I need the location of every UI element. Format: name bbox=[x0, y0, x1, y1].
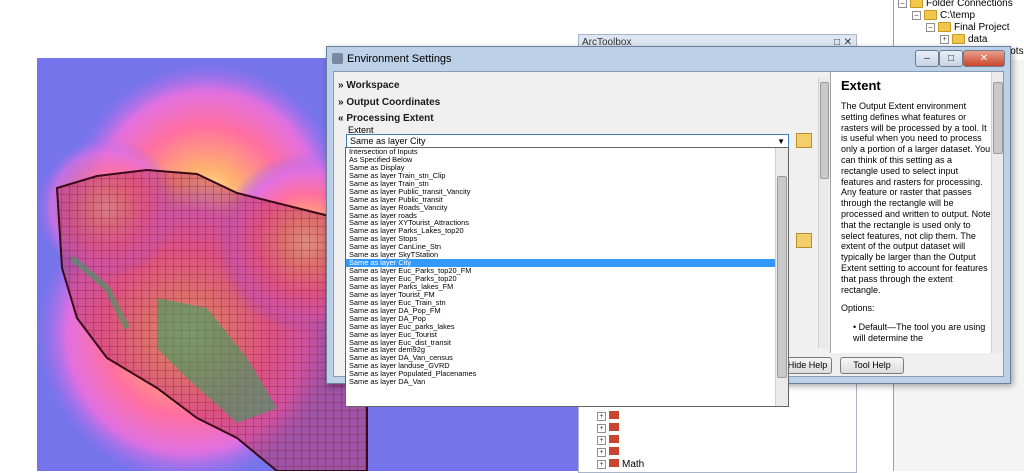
app-icon bbox=[332, 53, 343, 64]
folder-icon bbox=[924, 10, 937, 21]
scroll-thumb[interactable] bbox=[777, 176, 787, 378]
toolbox-item[interactable]: + bbox=[597, 435, 619, 447]
extent-selected-value: Same as layer City bbox=[350, 136, 426, 146]
tree-label: data bbox=[968, 34, 988, 45]
scroll-thumb[interactable] bbox=[993, 82, 1003, 154]
dialog-title: Environment Settings bbox=[327, 47, 1010, 71]
close-button[interactable]: ✕ bbox=[963, 50, 1005, 67]
toolbox-item[interactable]: + bbox=[597, 447, 619, 459]
help-title: Extent bbox=[841, 78, 881, 93]
tree-label: C:\temp bbox=[940, 10, 976, 21]
toolbox-item[interactable]: + bbox=[597, 411, 619, 423]
folder-icon bbox=[910, 0, 923, 9]
folder-icon bbox=[938, 22, 951, 33]
scroll-thumb[interactable] bbox=[820, 82, 829, 179]
help-scrollbar[interactable] bbox=[991, 72, 1003, 353]
extent-option[interactable]: Same as layer DA_Van bbox=[346, 378, 788, 386]
browse-folder-button-2[interactable] bbox=[796, 233, 812, 248]
help-pane: Extent The Output Extent environment set… bbox=[830, 72, 1003, 353]
maximize-button[interactable]: □ bbox=[939, 50, 963, 67]
tree-label: Folder Connections bbox=[926, 0, 1013, 9]
help-bullet: • Default—The tool you are using will de… bbox=[853, 322, 986, 343]
help-body: The Output Extent environment setting de… bbox=[841, 101, 991, 295]
section-output-coordinates[interactable]: » Output Coordinates bbox=[338, 97, 440, 108]
toolbox-item[interactable]: + bbox=[597, 423, 619, 435]
extent-option[interactable]: Intersection of Inputs bbox=[346, 148, 788, 156]
section-workspace[interactable]: » Workspace bbox=[338, 80, 400, 91]
tool-help-button[interactable]: Tool Help bbox=[840, 357, 904, 374]
list-scrollbar[interactable] bbox=[775, 148, 788, 406]
tree-item-final-project[interactable]: – Final Project bbox=[926, 22, 1010, 34]
extent-option[interactable]: Same as layer SkyTStation bbox=[346, 251, 788, 259]
settings-scrollbar[interactable] bbox=[818, 78, 829, 348]
browse-folder-button[interactable] bbox=[796, 133, 812, 148]
collapse-icon[interactable]: – bbox=[912, 10, 921, 20]
toolbox-item-math[interactable]: + Math bbox=[597, 459, 644, 471]
help-options-label: Options: bbox=[841, 303, 875, 314]
extent-option[interactable]: As Specified Below bbox=[346, 155, 788, 164]
folder-icon bbox=[952, 34, 965, 45]
collapse-icon[interactable]: – bbox=[898, 0, 907, 8]
tree-item-folder-connections[interactable]: – Folder Connections bbox=[898, 0, 1013, 10]
tree-item-temp[interactable]: – C:\temp bbox=[912, 10, 975, 22]
collapse-icon[interactable]: – bbox=[926, 22, 935, 32]
expand-icon[interactable]: + bbox=[940, 34, 949, 44]
tree-item-data[interactable]: + data bbox=[940, 34, 987, 46]
section-processing-extent[interactable]: « Processing Extent bbox=[338, 113, 434, 124]
minimize-button[interactable]: – bbox=[915, 50, 939, 67]
extent-options-list[interactable]: Intersection of Inputs As Specified Below… bbox=[345, 147, 789, 407]
tree-label: Final Project bbox=[954, 22, 1010, 33]
